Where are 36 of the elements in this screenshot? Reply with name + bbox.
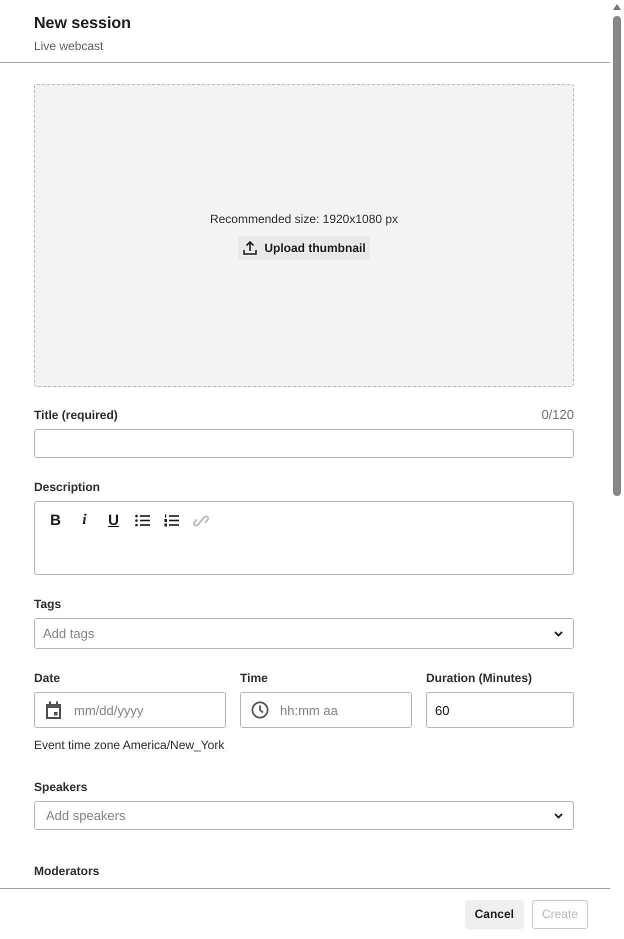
numbered-list-button[interactable] — [163, 512, 180, 529]
field-label: Time — [240, 671, 269, 685]
italic-button[interactable]: i — [76, 512, 93, 529]
clock-icon — [251, 701, 269, 719]
upload-icon — [242, 240, 258, 256]
field-label: Description — [34, 480, 100, 494]
character-counter: 0/120 — [541, 407, 574, 422]
chevron-down-icon — [554, 630, 563, 636]
placeholder-text: Add speakers — [46, 808, 126, 823]
chevron-down-icon — [554, 812, 563, 818]
underline-button[interactable]: U — [105, 512, 122, 529]
field-label: Moderators — [34, 864, 100, 878]
time-input[interactable]: hh:mm aa — [240, 692, 412, 728]
dialog-subtitle: Live webcast — [34, 39, 104, 53]
cancel-button[interactable]: Cancel — [464, 900, 524, 928]
placeholder-text: Add tags — [43, 626, 94, 641]
field-label: Title (required) — [34, 408, 118, 422]
thumbnail-dropzone[interactable]: Recommended size: 1920x1080 px Upload thumbnail — [34, 84, 574, 387]
scroll-up-icon[interactable] — [613, 4, 621, 10]
time-zone-note: Event time zone America/New_York — [34, 738, 224, 752]
description-editor[interactable]: B i U — [34, 501, 574, 575]
field-label: Speakers — [34, 780, 88, 794]
title-input[interactable] — [34, 429, 574, 458]
calendar-icon — [45, 701, 62, 719]
upload-thumbnail-button[interactable]: Upload thumbnail — [238, 236, 370, 260]
duration-input[interactable]: 60 — [426, 692, 574, 728]
tags-dropdown[interactable]: Add tags — [34, 618, 574, 649]
bold-button[interactable]: B — [47, 512, 64, 529]
speakers-dropdown[interactable]: Add speakers — [34, 801, 574, 830]
size-hint: Recommended size: 1920x1080 px — [210, 212, 398, 226]
field-label: Duration (Minutes) — [426, 671, 533, 685]
field-label: Tags — [34, 597, 62, 611]
date-input[interactable]: mm/dd/yyyy — [34, 692, 226, 728]
field-label: Date — [34, 671, 62, 685]
dialog-title: New session — [34, 15, 132, 33]
bullet-list-button[interactable] — [134, 512, 151, 529]
